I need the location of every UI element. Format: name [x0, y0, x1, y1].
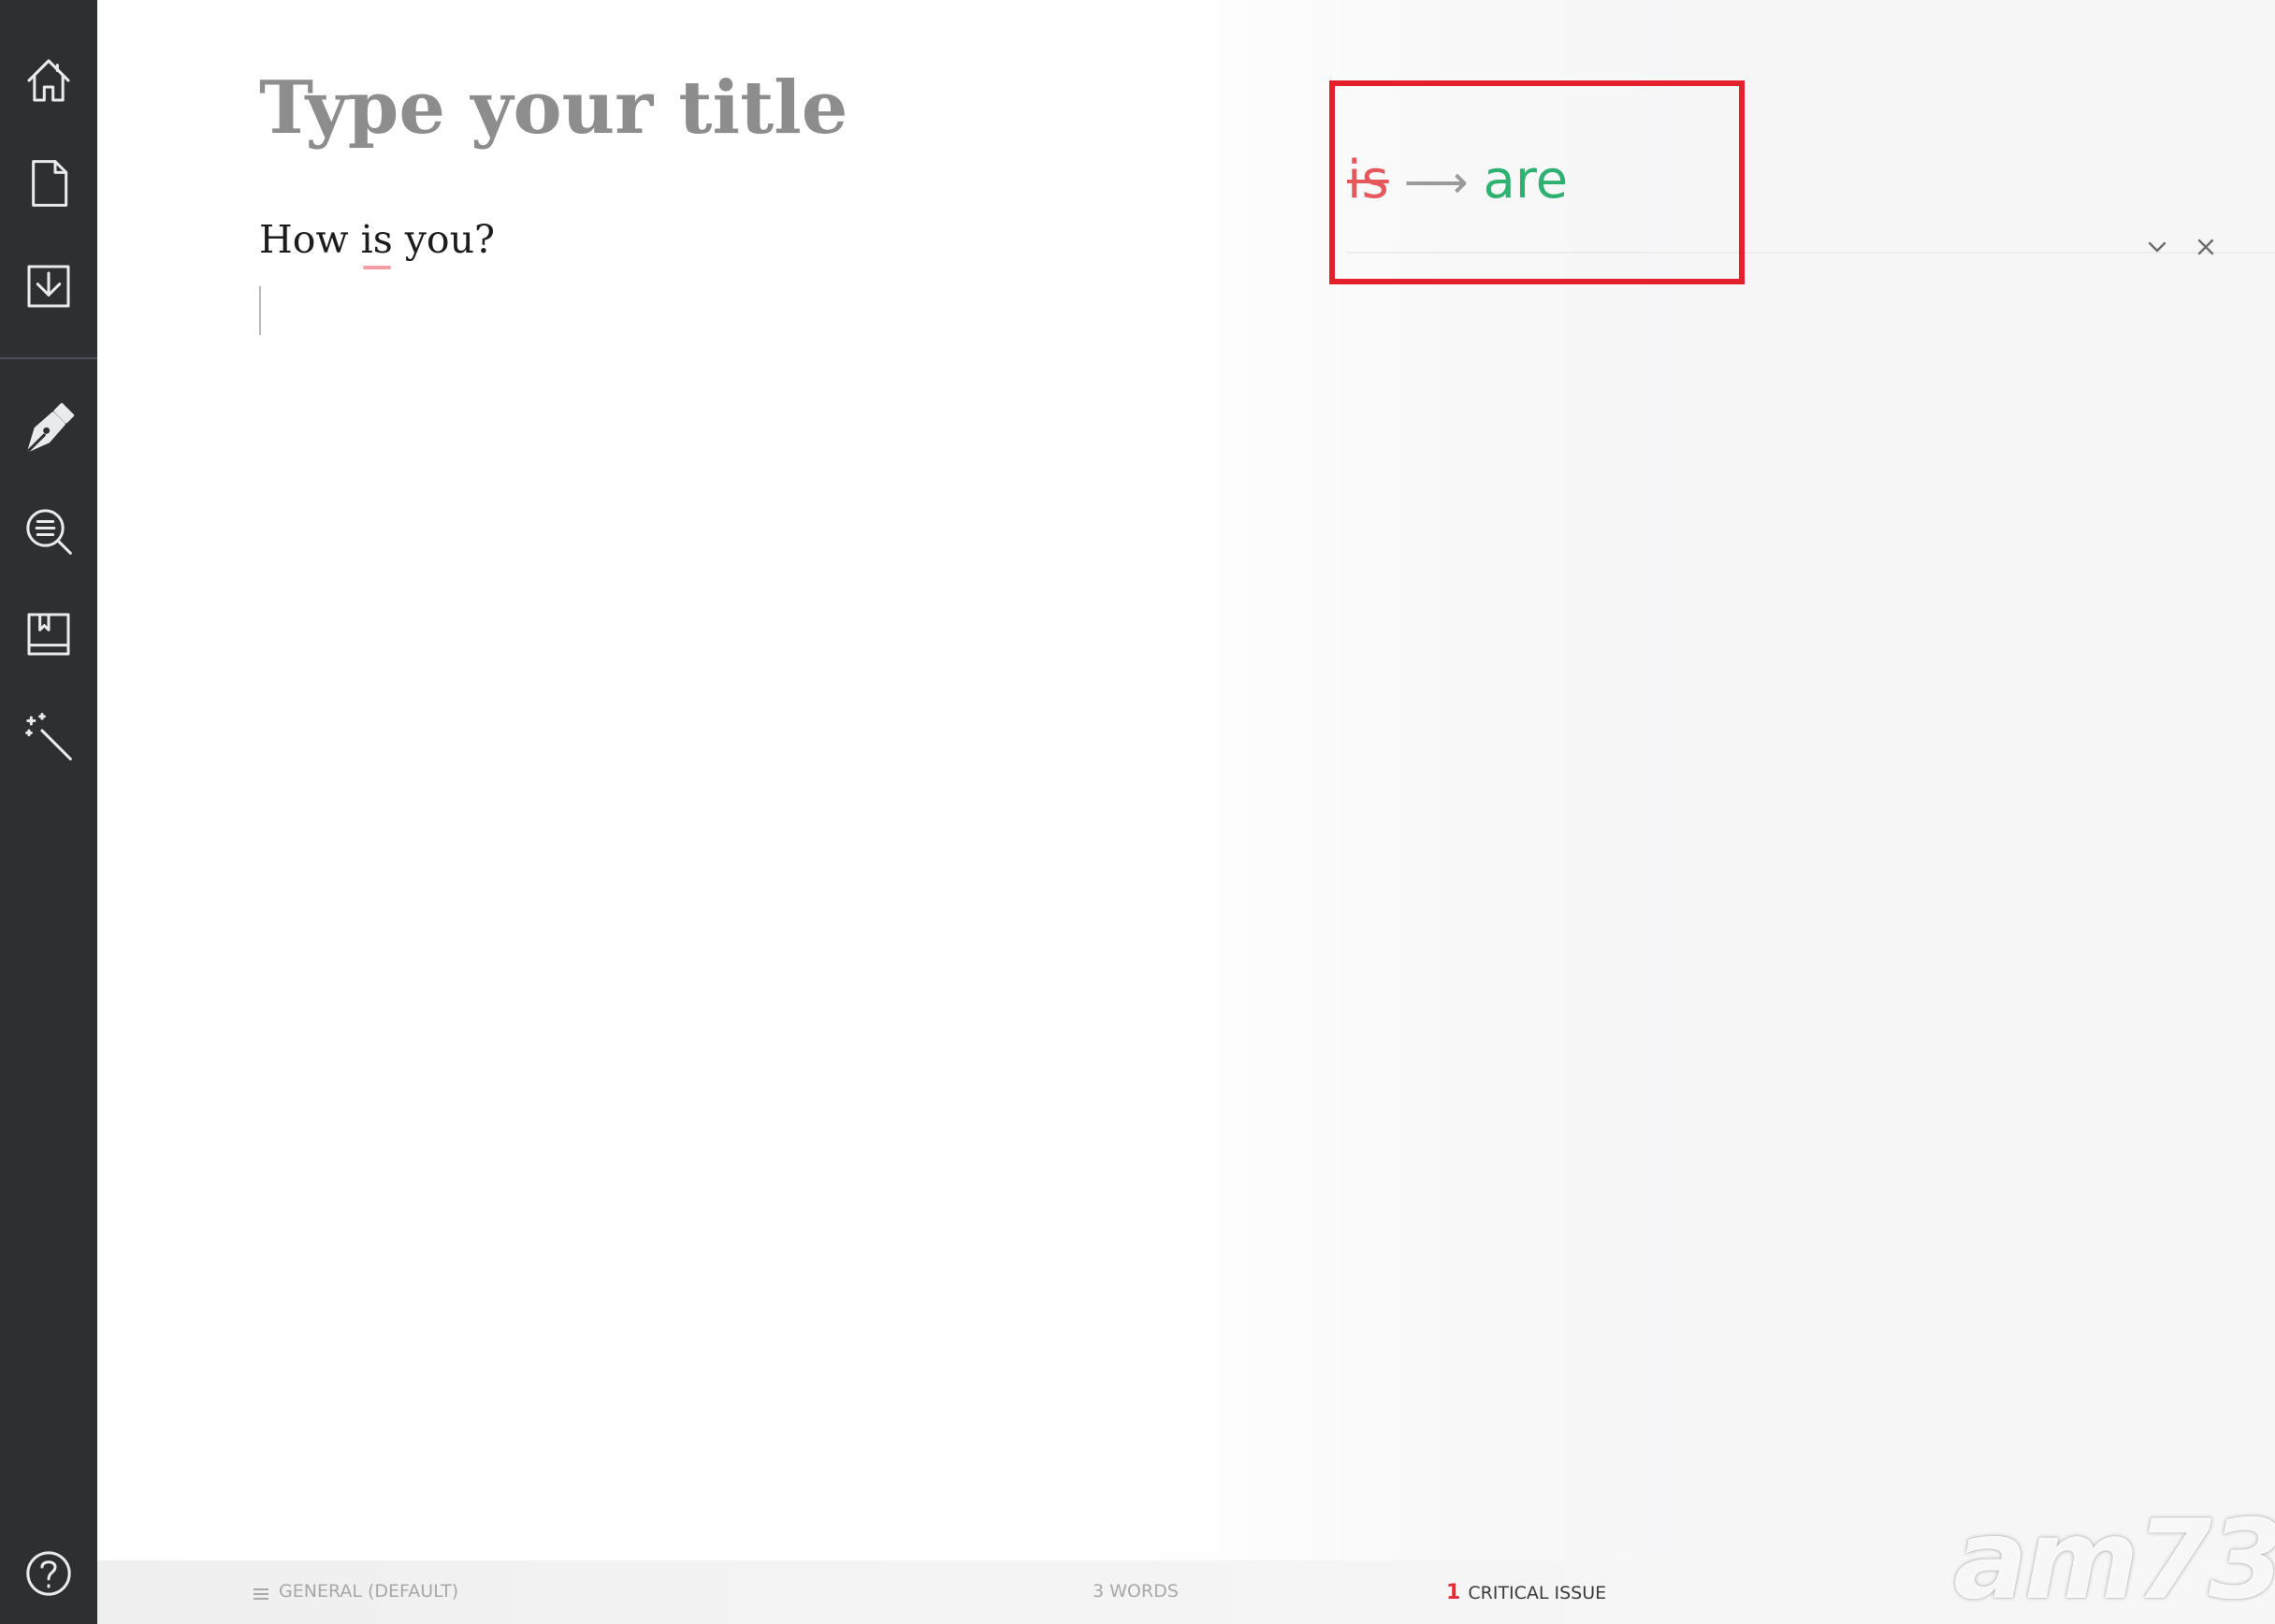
arrow-right-icon: ⟶ — [1403, 156, 1469, 209]
correct-button[interactable] — [11, 391, 86, 466]
expand-suggestion-button[interactable] — [2138, 228, 2176, 266]
document-body-text[interactable]: How is you? — [259, 217, 496, 269]
suggestion-divider — [1347, 252, 2275, 254]
help-icon — [26, 1551, 71, 1596]
assistant-panel — [1145, 0, 2275, 1560]
status-bar: GENERAL (DEFAULT) 3 WORDS 1 CRITICAL ISSU… — [97, 1560, 2275, 1624]
issue-count-badge: 1 — [1446, 1581, 1461, 1604]
document-icon — [32, 160, 68, 207]
suggestion-original-word: is — [1347, 150, 1389, 210]
magic-wand-icon — [25, 712, 72, 761]
document-title-input[interactable]: Type your title — [259, 65, 848, 151]
flagged-word[interactable]: is — [361, 217, 393, 269]
editor-area: Type your title How is you? is ⟶ are GENER… — [97, 0, 2275, 1624]
goals-label: GENERAL (DEFAULT) — [279, 1581, 459, 1602]
sidebar — [0, 0, 97, 1624]
book-icon — [27, 613, 70, 656]
magic-wand-button[interactable] — [11, 700, 86, 775]
chevron-down-icon — [2148, 241, 2166, 253]
new-document-button[interactable] — [11, 146, 86, 221]
critical-issues-indicator[interactable]: 1 CRITICAL ISSUE — [1446, 1581, 1606, 1604]
magnifier-icon — [26, 509, 72, 555]
help-button[interactable] — [11, 1536, 86, 1611]
download-icon — [27, 265, 70, 308]
suggestion-card[interactable]: is ⟶ are — [1347, 150, 1568, 210]
analyze-button[interactable] — [11, 494, 86, 569]
goals-selector[interactable]: GENERAL (DEFAULT) — [253, 1581, 458, 1602]
pen-icon — [27, 402, 75, 452]
word-count[interactable]: 3 WORDS — [1093, 1581, 1179, 1602]
home-icon — [27, 59, 70, 102]
watermark-logo: am730 — [1953, 1495, 2275, 1624]
body-text-after: you? — [392, 217, 496, 262]
dismiss-suggestion-button[interactable] — [2187, 228, 2224, 266]
issue-label: CRITICAL ISSUE — [1468, 1583, 1607, 1603]
close-icon — [2197, 239, 2214, 255]
body-text-before: How — [259, 217, 361, 262]
download-button[interactable] — [11, 249, 86, 324]
home-button[interactable] — [11, 43, 86, 118]
suggestion-replacement-word[interactable]: are — [1484, 150, 1569, 210]
sidebar-divider — [0, 357, 97, 359]
text-cursor — [259, 286, 261, 335]
dictionary-button[interactable] — [11, 597, 86, 672]
menu-lines-icon — [253, 1585, 269, 1600]
